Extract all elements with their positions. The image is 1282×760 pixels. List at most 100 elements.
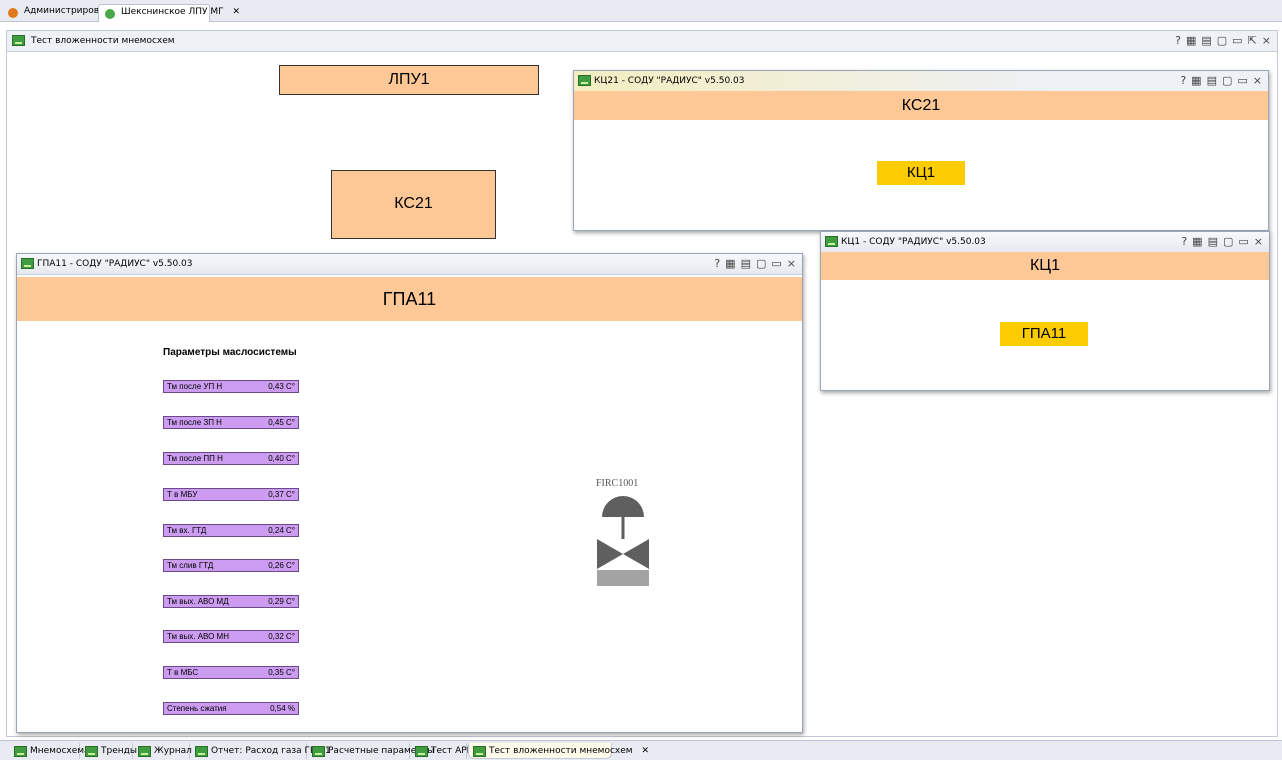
param-value: 0,37 С° — [268, 490, 295, 499]
maximize-icon[interactable]: ▭ — [1232, 34, 1242, 47]
param-label: Тм после УП Н — [167, 382, 223, 391]
grid-icon[interactable]: ▦ — [1192, 235, 1202, 248]
preview-icon[interactable]: ▤ — [1201, 34, 1211, 47]
main-panel-toolbar: ? ▦ ▤ ▢ ▭ ⇱ × — [1175, 34, 1271, 47]
tab-label: Тренды — [101, 746, 137, 756]
param-label: Тм вх. ГТД — [167, 526, 207, 535]
tab-administration[interactable]: Администрирование — [2, 4, 122, 22]
param-value: 0,54 % — [270, 704, 295, 713]
main-panel-header: Тест вложенности мнемосхем ? ▦ ▤ ▢ ▭ ⇱ × — [7, 31, 1277, 52]
admin-icon — [8, 8, 18, 18]
app-icon — [21, 258, 34, 269]
window-kc21-title: КЦ21 - СОДУ "РАДИУС" v5.50.03 — [594, 76, 745, 86]
param-value: 0,24 С° — [268, 526, 295, 535]
tab-report-gas[interactable]: Отчет: Расход газа ГРС-1 — [191, 743, 331, 759]
restore-icon[interactable]: ▢ — [1222, 74, 1232, 87]
restore-icon[interactable]: ▢ — [1217, 34, 1227, 47]
close-icon[interactable]: × — [1254, 235, 1263, 248]
close-icon[interactable]: × — [787, 257, 796, 270]
param-label: Т в МБУ — [167, 490, 198, 499]
param-value: 0,40 С° — [268, 454, 295, 463]
close-icon[interactable]: ✕ — [641, 746, 649, 756]
preview-icon[interactable]: ▤ — [1208, 235, 1218, 248]
lpu1-block[interactable]: ЛПУ1 — [279, 65, 539, 95]
tab-journal[interactable]: Журнал — [134, 743, 192, 759]
help-icon[interactable]: ? — [1181, 235, 1187, 248]
window-gpa11-toolbar: ? ▦ ▤ ▢ ▭ × — [714, 257, 796, 270]
window-kc21-band: КС21 — [574, 91, 1268, 120]
close-icon[interactable]: × — [1262, 34, 1271, 47]
app-icon — [195, 746, 208, 757]
window-kc1-band: КЦ1 — [821, 252, 1269, 280]
restore-icon[interactable]: ▢ — [756, 257, 766, 270]
maximize-icon[interactable]: ▭ — [1238, 235, 1248, 248]
tab-calc-params[interactable]: Расчетные параметры — [308, 743, 434, 759]
kc1-button[interactable]: КЦ1 — [877, 161, 965, 185]
param-value: 0,26 С° — [268, 561, 295, 570]
ks21-block[interactable]: КС21 — [331, 170, 496, 239]
param-label: Степень сжатия — [167, 704, 227, 713]
window-gpa11[interactable]: ГПА11 - СОДУ "РАДИУС" v5.50.03 ? ▦ ▤ ▢ ▭… — [16, 253, 803, 733]
main-panel-title: Тест вложенности мнемосхем — [31, 36, 175, 46]
param-row[interactable]: Тм после ЗП Н 0,45 С° — [163, 416, 299, 429]
tab-label: Журнал — [154, 746, 192, 756]
top-tab-strip: Администрирование Шекснинское ЛПУ МГ ✕ — [0, 0, 1282, 22]
tab-mnemo[interactable]: Мнемосхема — [10, 743, 90, 759]
grid-icon[interactable]: ▦ — [1191, 74, 1201, 87]
app-icon — [12, 35, 25, 46]
tab-trends[interactable]: Тренды — [81, 743, 137, 759]
param-row[interactable]: Тм слив ГТД 0,26 С° — [163, 559, 299, 572]
app-icon — [14, 746, 27, 757]
param-row[interactable]: Тм после ПП Н 0,40 С° — [163, 452, 299, 465]
param-row[interactable]: Тм вх. ГТД 0,24 С° — [163, 524, 299, 537]
param-row[interactable]: Т в МБС 0,35 С° — [163, 666, 299, 679]
window-kc1-toolbar: ? ▦ ▤ ▢ ▭ × — [1181, 235, 1263, 248]
param-label: Тм вых. АВО МД — [167, 597, 229, 606]
param-row[interactable]: Тм вых. АВО МД 0,29 С° — [163, 595, 299, 608]
tab-test-api[interactable]: Тест API — [411, 743, 469, 759]
window-gpa11-band: ГПА11 — [17, 277, 802, 321]
window-gpa11-header: ГПА11 - СОДУ "РАДИУС" v5.50.03 ? ▦ ▤ ▢ ▭… — [17, 254, 802, 275]
param-label: Т в МБС — [167, 668, 199, 677]
app-icon — [312, 746, 325, 757]
preview-icon[interactable]: ▤ — [741, 257, 751, 270]
gpa11-button[interactable]: ГПА11 — [1000, 322, 1088, 346]
close-icon[interactable]: × — [1253, 74, 1262, 87]
control-valve-icon[interactable] — [595, 488, 651, 588]
param-label: Тм вых. АВО МН — [167, 632, 229, 641]
params-title: Параметры маслосистемы — [163, 347, 297, 358]
param-value: 0,43 С° — [268, 382, 295, 391]
tab-nesting-test[interactable]: Тест вложенности мнемосхем ✕ — [468, 743, 649, 759]
param-label: Тм слив ГТД — [167, 561, 214, 570]
maximize-icon[interactable]: ▭ — [1237, 74, 1247, 87]
app-icon — [473, 746, 486, 757]
tab-label: Шекснинское ЛПУ МГ — [121, 7, 224, 17]
lpu1-label: ЛПУ1 — [388, 71, 430, 88]
param-value: 0,45 С° — [268, 418, 295, 427]
tab-sheksna-lpu[interactable]: Шекснинское ЛПУ МГ ✕ — [98, 4, 240, 22]
grid-icon[interactable]: ▦ — [1186, 34, 1196, 47]
window-kc1[interactable]: КЦ1 - СОДУ "РАДИУС" v5.50.03 ? ▦ ▤ ▢ ▭ ×… — [820, 231, 1270, 391]
restore-icon[interactable]: ▢ — [1223, 235, 1233, 248]
app-icon — [825, 236, 838, 247]
help-icon[interactable]: ? — [1180, 74, 1186, 87]
window-kc21[interactable]: КЦ21 - СОДУ "РАДИУС" v5.50.03 ? ▦ ▤ ▢ ▭ … — [573, 70, 1269, 231]
param-row[interactable]: Степень сжатия 0,54 % — [163, 702, 299, 715]
param-row[interactable]: Т в МБУ 0,37 С° — [163, 488, 299, 501]
pin-icon[interactable]: ⇱ — [1248, 34, 1257, 47]
globe-icon — [105, 9, 115, 19]
maximize-icon[interactable]: ▭ — [771, 257, 781, 270]
param-row[interactable]: Тм вых. АВО МН 0,32 С° — [163, 630, 299, 643]
preview-icon[interactable]: ▤ — [1207, 74, 1217, 87]
grid-icon[interactable]: ▦ — [725, 257, 735, 270]
window-kc1-header: КЦ1 - СОДУ "РАДИУС" v5.50.03 ? ▦ ▤ ▢ ▭ × — [821, 232, 1269, 253]
help-icon[interactable]: ? — [714, 257, 720, 270]
ks21-label: КС21 — [394, 195, 433, 212]
close-icon[interactable]: ✕ — [232, 7, 240, 17]
help-icon[interactable]: ? — [1175, 34, 1181, 47]
bottom-tab-strip: Мнемосхема Тренды Журнал Отчет: Расход г… — [0, 740, 1282, 760]
app-icon — [85, 746, 98, 757]
app-icon — [415, 746, 428, 757]
param-row[interactable]: Тм после УП Н 0,43 С° — [163, 380, 299, 393]
tab-label: Тест вложенности мнемосхем — [489, 746, 633, 756]
